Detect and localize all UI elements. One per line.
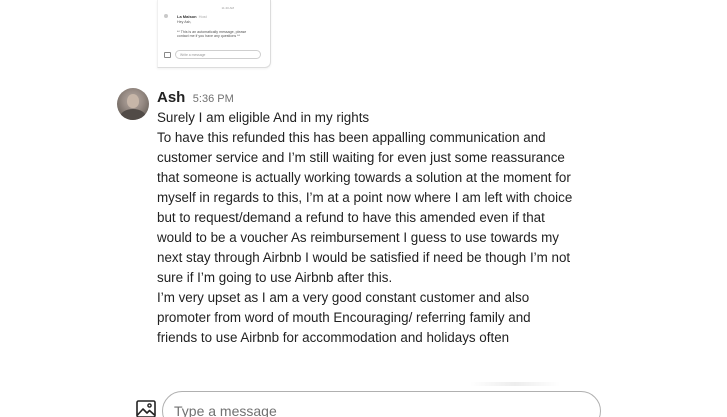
message-line: would to be a voucher As reimbursement I… xyxy=(157,230,559,245)
message-body: Surely I am eligible And in my rights To… xyxy=(157,108,607,348)
message-line: To have this refunded this has been appa… xyxy=(157,130,546,145)
attachment-sender-role: Host xyxy=(198,14,207,19)
message-timestamp: 5:36 PM xyxy=(192,93,234,105)
avatar-face xyxy=(127,94,139,108)
message-line: myself in regards to this, I’m at a poin… xyxy=(157,190,573,205)
message-line: next stay through Airbnb I would be sati… xyxy=(157,250,571,265)
attachment-sender-name: La Maison xyxy=(177,14,197,19)
avatar-body xyxy=(120,109,146,120)
attachment-time: 11:40 AM xyxy=(221,6,234,10)
message-line: sure if I’m going to use Airbnb after th… xyxy=(157,270,393,285)
conversation-view: 11:40 AM La Maison Host Hey Ash, ** This … xyxy=(0,0,727,417)
attachment-avatar xyxy=(164,14,168,18)
message-line: but to request/demand a refund to have t… xyxy=(157,210,545,225)
image-icon[interactable] xyxy=(136,400,156,417)
avatar[interactable] xyxy=(117,88,149,120)
message-line: customer service and I’m still waiting f… xyxy=(157,150,565,165)
attachment-sender: La Maison Host xyxy=(177,14,207,19)
attachment-image-icon xyxy=(164,52,171,58)
attached-screenshot[interactable]: 11:40 AM La Maison Host Hey Ash, ** This … xyxy=(157,0,271,68)
attachment-line: Hey Ash, xyxy=(177,20,192,24)
divider xyxy=(470,382,560,386)
sender-name: Ash xyxy=(157,89,186,106)
message-line: I’m very upset as I am a very good const… xyxy=(157,290,530,305)
message-line: Surely I am eligible And in my rights xyxy=(157,110,370,125)
message-line: that someone is actually working towards… xyxy=(157,170,571,185)
message-input[interactable] xyxy=(162,391,601,417)
attachment-message-input: Write a message xyxy=(175,50,261,59)
message-line: friends to use Airbnb for accommodation … xyxy=(157,330,510,345)
message-line: promoter from word of mouth Encouraging/… xyxy=(157,310,531,325)
attachment-line: contact me if you have any questions ** xyxy=(177,34,240,38)
message-header: Ash 5:36 PM xyxy=(157,89,234,107)
